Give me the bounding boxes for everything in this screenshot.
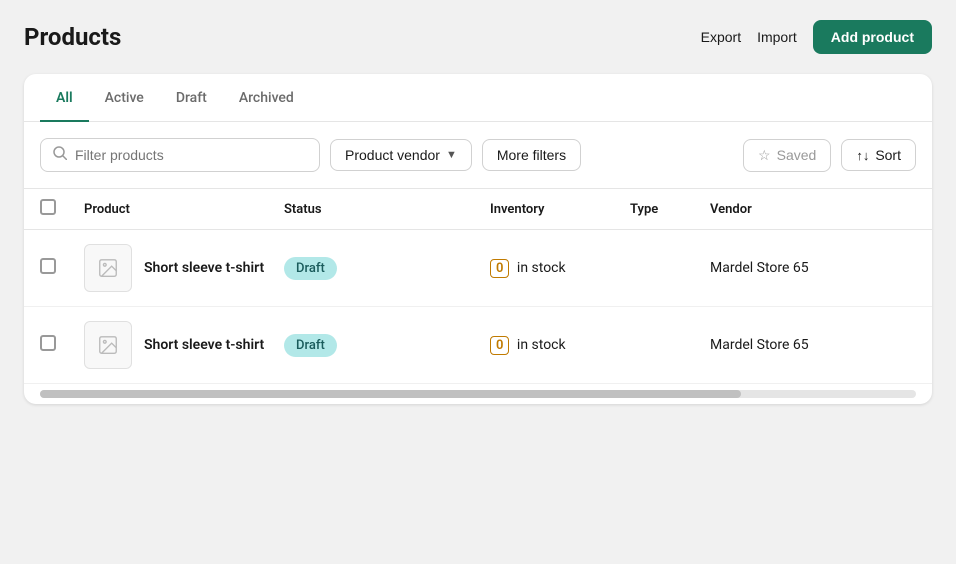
column-status: Status <box>284 202 490 217</box>
tabs-bar: All Active Draft Archived <box>24 74 932 122</box>
sort-label: Sort <box>875 147 901 163</box>
inventory-text-1: in stock <box>517 260 566 276</box>
horizontal-scrollbar[interactable] <box>40 390 916 398</box>
search-input[interactable] <box>75 147 307 163</box>
chevron-down-icon: ▼ <box>446 149 457 161</box>
table-header: Product Status Inventory Type Vendor <box>24 189 932 230</box>
column-product: Product <box>84 202 284 217</box>
header-checkbox[interactable] <box>40 199 56 215</box>
column-inventory: Inventory <box>490 202 630 217</box>
search-box[interactable] <box>40 138 320 172</box>
sort-icon: ↑↓ <box>856 148 869 163</box>
star-icon: ☆ <box>758 147 771 164</box>
inventory-zero-badge-2: 0 <box>490 336 509 355</box>
filters-row: Product vendor ▼ More filters ☆ Saved ↑↓… <box>24 122 932 189</box>
product-inventory-1: 0 in stock <box>490 260 630 276</box>
scrollbar-thumb[interactable] <box>40 390 741 398</box>
header-actions: Export Import Add product <box>701 20 932 54</box>
product-vendor-filter-button[interactable]: Product vendor ▼ <box>330 139 472 171</box>
row-checkbox-1[interactable] <box>40 258 84 278</box>
product-name-1: Short sleeve t-shirt <box>132 260 264 276</box>
product-vendor-label: Product vendor <box>345 147 440 163</box>
status-badge-2: Draft <box>284 334 337 357</box>
table-row: Short sleeve t-shirt Draft 0 in stock Ma… <box>24 230 932 307</box>
table-row: Short sleeve t-shirt Draft 0 in stock Ma… <box>24 307 932 384</box>
tab-all[interactable]: All <box>40 74 89 122</box>
product-inventory-2: 0 in stock <box>490 337 630 353</box>
product-thumbnail-2 <box>84 321 132 369</box>
column-type: Type <box>630 202 710 217</box>
export-button[interactable]: Export <box>701 29 741 45</box>
product-status-1: Draft <box>284 257 490 280</box>
column-vendor: Vendor <box>710 202 916 217</box>
product-thumbnail-1 <box>84 244 132 292</box>
status-badge-1: Draft <box>284 257 337 280</box>
page-header: Products Export Import Add product <box>24 20 932 54</box>
import-button[interactable]: Import <box>757 29 797 45</box>
saved-label: Saved <box>777 147 817 163</box>
tab-active[interactable]: Active <box>89 74 160 122</box>
sort-button[interactable]: ↑↓ Sort <box>841 139 916 171</box>
inventory-text-2: in stock <box>517 337 566 353</box>
products-card: All Active Draft Archived Product vendor… <box>24 74 932 404</box>
add-product-button[interactable]: Add product <box>813 20 932 54</box>
more-filters-label: More filters <box>497 147 566 163</box>
saved-button[interactable]: ☆ Saved <box>743 139 831 172</box>
more-filters-button[interactable]: More filters <box>482 139 581 171</box>
inventory-zero-badge-1: 0 <box>490 259 509 278</box>
tab-draft[interactable]: Draft <box>160 74 223 122</box>
product-vendor-1: Mardel Store 65 <box>710 260 916 276</box>
select-all-checkbox[interactable] <box>40 199 84 219</box>
search-icon <box>53 146 67 164</box>
page-title: Products <box>24 23 121 51</box>
product-vendor-2: Mardel Store 65 <box>710 337 916 353</box>
product-name-2: Short sleeve t-shirt <box>132 337 264 353</box>
tab-archived[interactable]: Archived <box>223 74 310 122</box>
product-status-2: Draft <box>284 334 490 357</box>
row-checkbox-2[interactable] <box>40 335 84 355</box>
